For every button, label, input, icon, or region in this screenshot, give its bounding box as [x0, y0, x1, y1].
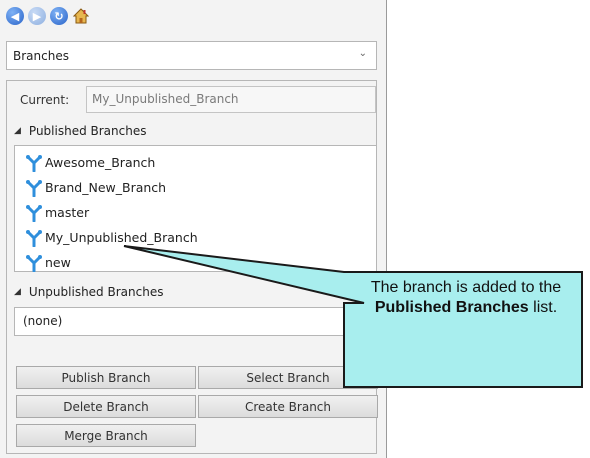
callout-text-post: list. — [533, 299, 558, 316]
callout-text-pre: The branch is added to the — [370, 279, 562, 296]
callout-text: The branch is added to the Published Bra… — [354, 278, 578, 318]
callout-shape — [123, 245, 583, 388]
callout-text-bold: Published Branches — [374, 299, 529, 316]
